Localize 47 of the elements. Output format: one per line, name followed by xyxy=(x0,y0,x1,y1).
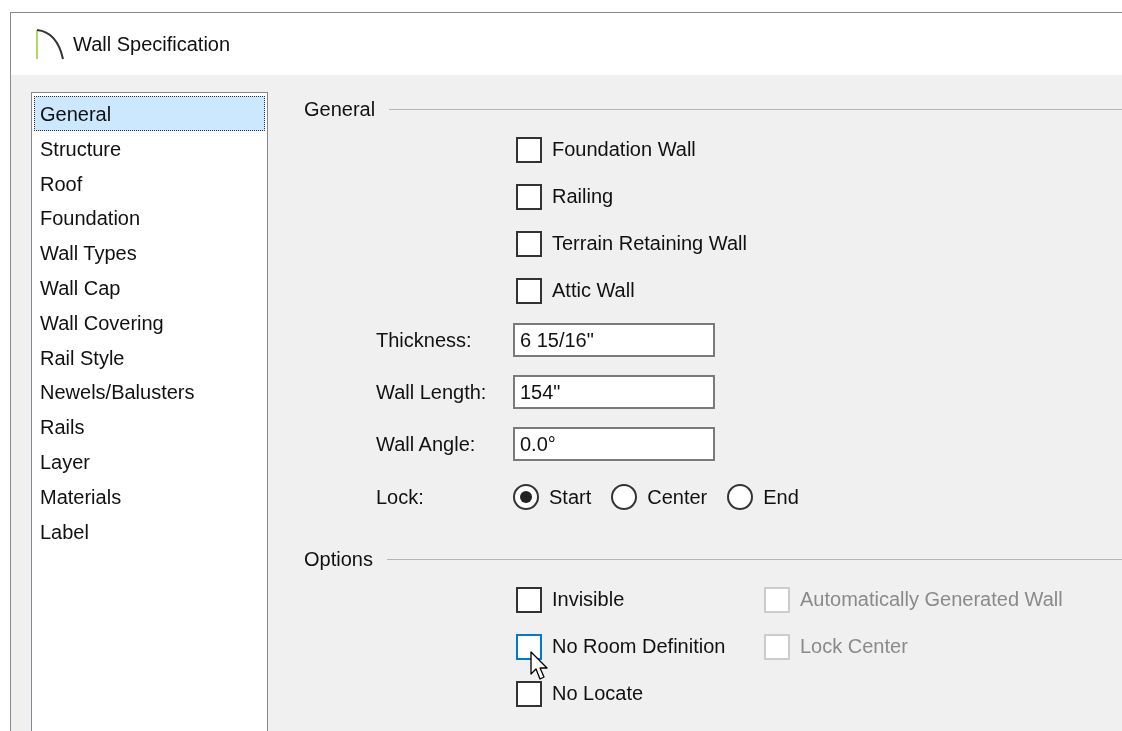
mouse-cursor-icon xyxy=(530,650,550,681)
sidebar-item[interactable]: Wall Covering xyxy=(34,304,265,340)
sidebar-item[interactable]: Layer xyxy=(34,443,265,479)
sidebar-item[interactable]: Newels/Balusters xyxy=(34,374,265,410)
sidebar-item[interactable]: Roof xyxy=(34,165,265,201)
radio-label: Start xyxy=(549,485,592,509)
radio-button[interactable] xyxy=(727,484,754,510)
radio-button[interactable] xyxy=(513,484,539,510)
sidebar-item[interactable]: Label xyxy=(34,513,265,549)
sidebar-item[interactable]: Wall Types xyxy=(34,235,265,270)
arc-icon xyxy=(35,27,65,61)
input-field[interactable]: 154" xyxy=(513,375,715,409)
checkbox-label: No Locate xyxy=(552,682,644,705)
group-heading: General xyxy=(304,97,377,121)
checkbox[interactable] xyxy=(516,183,542,210)
checkbox-label: Automatically Generated Wall xyxy=(800,588,1063,611)
sidebar-item[interactable]: Rail Style xyxy=(34,339,265,375)
radio-label: End xyxy=(763,485,799,509)
window-title: Wall Specification xyxy=(73,32,231,56)
sidebar-item[interactable]: Structure xyxy=(34,130,265,166)
checkbox-label: Invisible xyxy=(552,588,625,611)
input-field[interactable]: 0.0° xyxy=(513,427,715,461)
sidebar-item[interactable]: Foundation xyxy=(34,200,265,236)
checkbox-label: Lock Center xyxy=(800,635,908,658)
radio-button[interactable] xyxy=(611,484,638,510)
sidebar-item[interactable]: Rails xyxy=(34,409,265,444)
checkbox[interactable] xyxy=(516,277,542,304)
checkbox-label: Foundation Wall xyxy=(552,138,696,161)
field-label: Thickness: xyxy=(376,328,473,352)
input-field[interactable]: 6 15/16" xyxy=(513,323,715,357)
sidebar-item[interactable]: Materials xyxy=(34,478,265,514)
sidebar-item[interactable]: General xyxy=(34,96,265,131)
radio-label: Center xyxy=(647,485,708,509)
checkbox-label: Terrain Retaining Wall xyxy=(552,232,747,255)
checkbox[interactable] xyxy=(516,633,542,660)
checkbox-label: Railing xyxy=(552,185,614,208)
checkbox[interactable] xyxy=(516,680,542,707)
group-heading: Options xyxy=(304,547,374,571)
checkbox[interactable] xyxy=(516,136,542,163)
field-label: Lock: xyxy=(376,485,425,509)
checkbox[interactable] xyxy=(516,230,542,257)
sidebar-item[interactable]: Wall Cap xyxy=(34,270,265,305)
field-label: Wall Angle: xyxy=(376,432,477,456)
checkbox[interactable] xyxy=(516,586,542,613)
checkbox-label: No Room Definition xyxy=(552,635,726,658)
checkbox-label: Attic Wall xyxy=(552,279,635,302)
field-label: Wall Length: xyxy=(376,380,488,404)
